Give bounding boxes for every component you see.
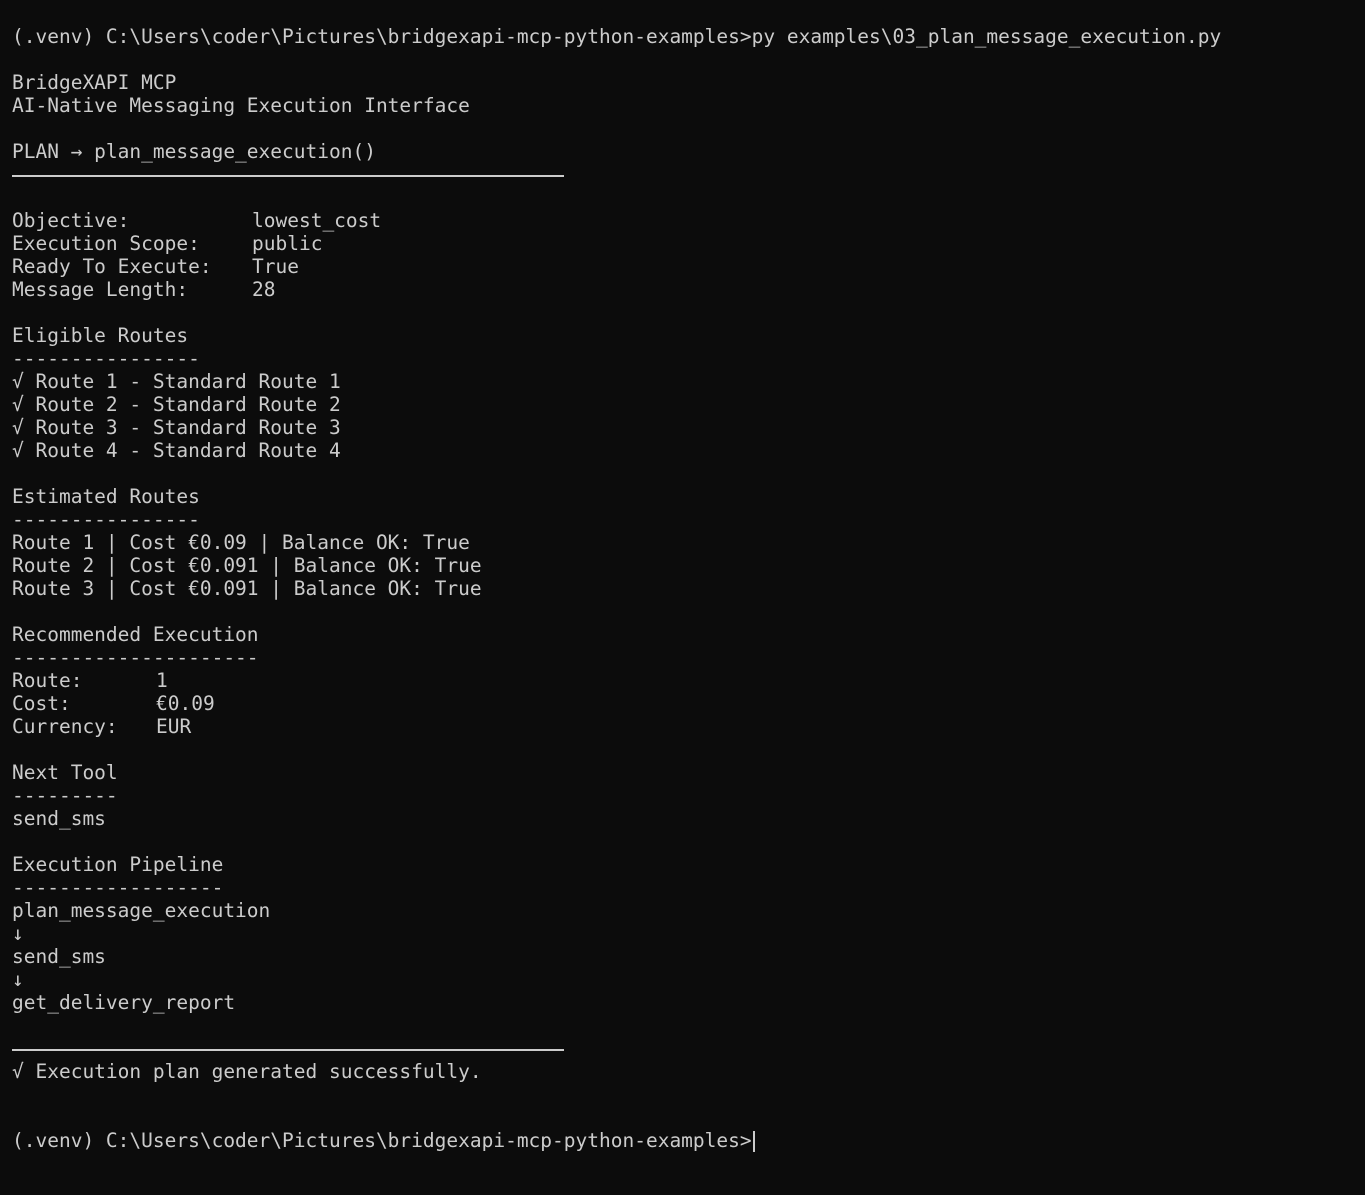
recommended-row-route: Route: 1	[12, 669, 168, 692]
estimated-route-item: Route 1 | Cost €0.09 | Balance OK: True	[12, 531, 470, 554]
pipeline-step: plan_message_execution	[12, 899, 271, 922]
terminal-output[interactable]: (.venv) C:\Users\coder\Pictures\bridgexa…	[12, 25, 1357, 1152]
estimated-routes-title: Estimated Routes	[12, 485, 200, 508]
success-message: √ Execution plan generated successfully.	[12, 1060, 482, 1083]
estimated-route-item: Route 3 | Cost €0.091 | Balance OK: True	[12, 577, 482, 600]
eligible-route-item: √ Route 2 - Standard Route 2	[12, 393, 341, 416]
next-tool-value: send_sms	[12, 807, 106, 830]
next-tool-underline: ---------	[12, 784, 118, 807]
next-tool-title: Next Tool	[12, 761, 118, 784]
eligible-route-item: √ Route 4 - Standard Route 4	[12, 439, 341, 462]
pipeline-underline: ------------------	[12, 876, 224, 899]
section-divider	[12, 1037, 1357, 1060]
recommended-row-cost: Cost: €0.09	[12, 692, 215, 715]
command-line: (.venv) C:\Users\coder\Pictures\bridgexa…	[12, 25, 1357, 48]
banner-subtitle: AI-Native Messaging Execution Interface	[12, 94, 470, 117]
pipeline-arrow-icon: ↓	[12, 922, 24, 945]
summary-row-ready: Ready To Execute: True	[12, 255, 299, 278]
estimated-route-item: Route 2 | Cost €0.091 | Balance OK: True	[12, 554, 482, 577]
final-prompt: (.venv) C:\Users\coder\Pictures\bridgexa…	[12, 1129, 752, 1152]
final-prompt-line[interactable]: (.venv) C:\Users\coder\Pictures\bridgexa…	[12, 1129, 1357, 1152]
pipeline-step: send_sms	[12, 945, 106, 968]
pipeline-title: Execution Pipeline	[12, 853, 224, 876]
pipeline-step: get_delivery_report	[12, 991, 236, 1014]
summary-row-length: Message Length: 28	[12, 278, 276, 301]
eligible-routes-underline: ----------------	[12, 347, 200, 370]
eligible-route-item: √ Route 1 - Standard Route 1	[12, 370, 341, 393]
recommended-row-currency: Currency: EUR	[12, 715, 192, 738]
command-prompt: (.venv) C:\Users\coder\Pictures\bridgexa…	[12, 25, 752, 48]
eligible-routes-title: Eligible Routes	[12, 324, 189, 347]
recommended-underline: ---------------------	[12, 646, 259, 669]
pipeline-arrow-icon: ↓	[12, 968, 24, 991]
summary-row-objective: Objective: lowest_cost	[12, 209, 382, 232]
command-input: py examples\03_plan_message_execution.py	[751, 25, 1222, 48]
section-divider	[12, 163, 1357, 186]
summary-row-scope: Execution Scope: public	[12, 232, 323, 255]
eligible-route-item: √ Route 3 - Standard Route 3	[12, 416, 341, 439]
banner-title: BridgeXAPI MCP	[12, 71, 177, 94]
plan-header: PLAN → plan_message_execution()	[12, 140, 376, 163]
estimated-routes-underline: ----------------	[12, 508, 200, 531]
text-cursor	[752, 1131, 755, 1152]
recommended-title: Recommended Execution	[12, 623, 259, 646]
